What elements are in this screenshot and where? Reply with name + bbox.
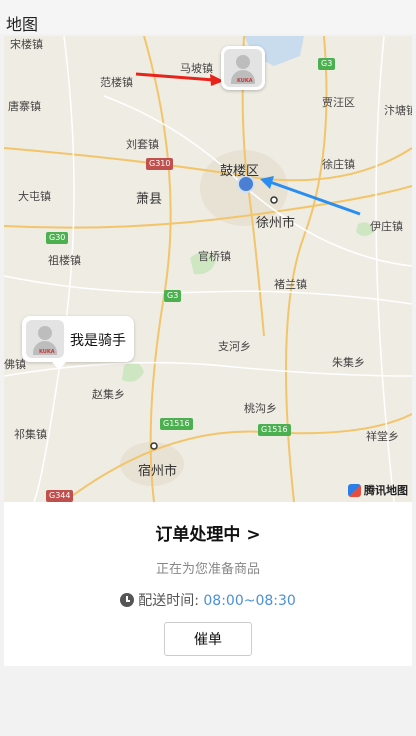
map-place-label: 朱集乡: [332, 356, 365, 369]
map-place-label: 官桥镇: [198, 250, 231, 263]
map-place-label: 宿州市: [138, 464, 178, 479]
clock-icon: [120, 593, 135, 607]
tencent-map-logo-icon: [348, 483, 361, 497]
delivery-time: 08:00~08:30: [203, 593, 296, 609]
map-logo-text: 腾讯地图: [364, 484, 408, 497]
order-subtitle: 正在为您准备商品: [155, 562, 260, 577]
rider-label: 我是骑手: [70, 333, 126, 349]
urge-order-button[interactable]: 催单: [164, 622, 252, 656]
avatar: KUKA: [224, 49, 262, 87]
map-place-label: 祖楼镇: [48, 254, 81, 267]
map-place-label: 赵集乡: [92, 388, 125, 401]
map-place-label: 唐寨镇: [8, 100, 41, 113]
map-place-label: 大屯镇: [18, 190, 51, 203]
map-place-label: 伊庄镇: [370, 220, 403, 233]
store-avatar-marker[interactable]: KUKA: [221, 46, 265, 90]
map-place-label: 祁集镇: [14, 428, 47, 441]
road-shield: G1516: [258, 424, 291, 436]
map-place-label: 支河乡: [218, 340, 251, 353]
page-title: 地图: [6, 15, 39, 34]
road-shield: G344: [46, 490, 74, 502]
map-place-label: 鼓楼区: [220, 164, 260, 179]
map-place-label: 徐庄镇: [322, 158, 355, 171]
map-place-label: 马坡镇: [180, 62, 213, 75]
rider-marker[interactable]: KUKA 我是骑手: [22, 316, 134, 362]
map-view[interactable]: 宋楼镇马坡镇范楼镇唐寨镇 贾汪区汴塘镇刘套镇鼓楼区 徐庄镇大屯镇 萧县徐州市 伊庄镇官桥…: [4, 36, 412, 502]
order-status[interactable]: 订单处理中 >: [4, 520, 412, 545]
page-header: 地图: [0, 0, 416, 34]
road-shield: G310: [146, 158, 174, 170]
delivery-time-row: 配送时间: 08:00~08:30: [4, 590, 412, 610]
delivery-label: 配送时间:: [138, 593, 199, 609]
map-place-label: 宋楼镇: [10, 38, 43, 51]
map-place-label: 桃沟乡: [244, 402, 277, 415]
map-place-label: 褚兰镇: [274, 278, 307, 291]
road-shield: G1516: [160, 418, 193, 430]
map-place-label: 刘套镇: [126, 138, 159, 151]
rider-avatar: KUKA: [26, 320, 64, 358]
map-place-label: 徐州市: [256, 216, 296, 231]
map-logo: 腾讯地图: [348, 482, 408, 498]
order-card: 订单处理中 > 正在为您准备商品 配送时间: 08:00~08:30 催单: [4, 502, 412, 666]
road-shield: G3: [318, 58, 336, 70]
road-shield: G3: [164, 290, 182, 302]
rider-bubble-tail: [52, 362, 66, 370]
road-shield: G30: [46, 232, 69, 244]
map-place-label: 祥堂乡: [366, 430, 399, 443]
map-place-label: 范楼镇: [100, 76, 133, 89]
avatar-tag: KUKA: [237, 78, 253, 84]
map-place-label: 萧县: [136, 192, 163, 207]
map-place-label: 汴塘镇: [384, 104, 412, 117]
map-place-label: 贾汪区: [322, 96, 355, 109]
